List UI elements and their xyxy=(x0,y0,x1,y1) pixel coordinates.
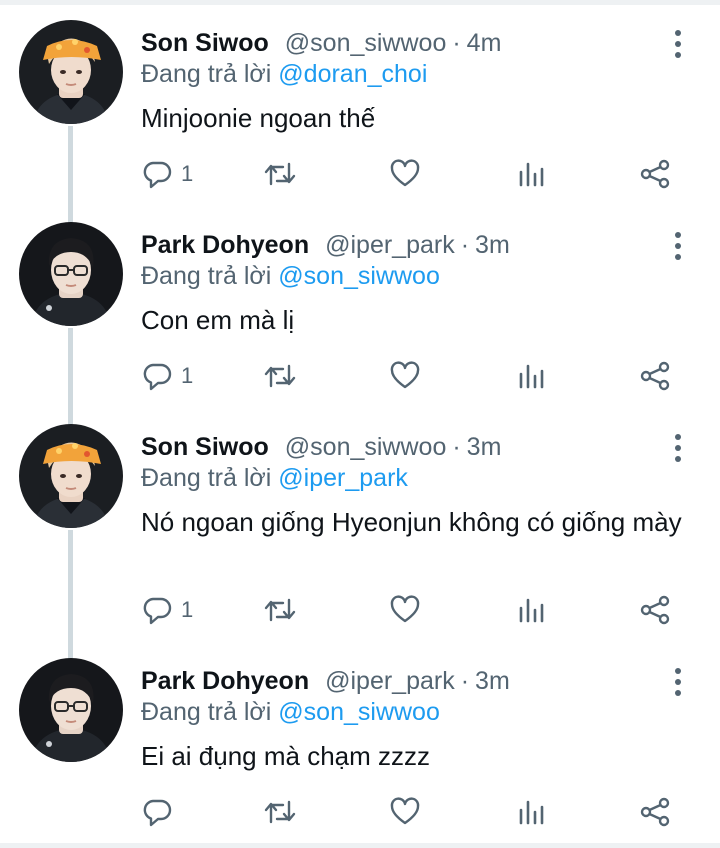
display-name[interactable]: Park Dohyeon xyxy=(141,231,309,260)
like-button[interactable] xyxy=(389,592,421,628)
reply-icon xyxy=(143,597,172,625)
reply-context: Đang trả lời @son_siwwoo xyxy=(141,698,440,727)
stats-button[interactable] xyxy=(515,156,547,192)
user-handle[interactable]: @son_siwwoo xyxy=(285,433,447,462)
reply-context: Đang trả lời @son_siwwoo xyxy=(141,262,440,291)
retweet-icon xyxy=(264,598,296,622)
user-handle[interactable]: @iper_park xyxy=(325,667,455,696)
more-icon[interactable] xyxy=(668,230,688,262)
reply-count: 1 xyxy=(181,161,194,186)
share-button[interactable] xyxy=(639,156,671,192)
thread-line xyxy=(68,126,73,224)
heart-icon xyxy=(390,797,420,825)
reply-icon xyxy=(143,799,172,827)
reply-mention-link[interactable]: @son_siwwoo xyxy=(278,698,440,726)
separator: · xyxy=(452,28,461,57)
heart-icon xyxy=(390,595,420,623)
stats-button[interactable] xyxy=(515,592,547,628)
user-handle[interactable]: @iper_park xyxy=(325,231,455,260)
tweet-header: Park Dohyeon @iper_park · 3m xyxy=(141,664,510,698)
reply-count: 1 xyxy=(181,363,194,388)
retweet-button[interactable] xyxy=(263,358,297,394)
separator: · xyxy=(452,432,461,461)
share-icon xyxy=(640,797,670,827)
separator: · xyxy=(460,666,470,695)
share-button[interactable] xyxy=(639,358,671,394)
retweet-icon xyxy=(264,800,296,824)
tweet-text: Nó ngoan giống Hyeonjun không có giống m… xyxy=(141,507,682,537)
tweet-text: Con em mà lị xyxy=(141,305,295,335)
tweet-header: Son Siwoo @son_siwwoo · 4m xyxy=(141,26,501,60)
share-button[interactable] xyxy=(639,794,671,830)
tweet-text: Ei ai đụng mà chạm zzzz xyxy=(141,741,431,771)
thread-line xyxy=(68,328,73,426)
avatar[interactable] xyxy=(19,20,123,124)
more-icon[interactable] xyxy=(668,666,688,698)
bottom-divider xyxy=(0,843,720,848)
reply-mention-link[interactable]: @iper_park xyxy=(278,464,408,492)
reply-count: 1 xyxy=(181,597,194,622)
action-bar xyxy=(141,794,701,830)
share-icon xyxy=(640,159,670,189)
share-button[interactable] xyxy=(639,592,671,628)
retweet-button[interactable] xyxy=(263,156,297,192)
retweet-icon xyxy=(264,364,296,388)
avatar[interactable] xyxy=(19,424,123,528)
reply-mention-link[interactable]: @son_siwwoo xyxy=(278,262,440,290)
reply-context: Đang trả lời @iper_park xyxy=(141,464,408,493)
timestamp[interactable]: 4m xyxy=(467,29,502,58)
like-button[interactable] xyxy=(389,156,421,192)
tweet-header: Son Siwoo @son_siwwoo · 3m xyxy=(141,430,501,464)
display-name[interactable]: Son Siwoo xyxy=(141,433,269,462)
action-bar: 1 xyxy=(141,156,701,192)
reply-button[interactable] xyxy=(141,794,181,830)
tweet-text: Minjoonie ngoan thế xyxy=(141,103,376,133)
action-bar: 1 xyxy=(141,358,701,394)
heart-icon xyxy=(390,361,420,389)
share-icon xyxy=(640,595,670,625)
reply-button[interactable]: 1 xyxy=(141,592,193,628)
retweet-icon xyxy=(264,162,296,186)
retweet-button[interactable] xyxy=(263,794,297,830)
more-icon[interactable] xyxy=(668,28,688,60)
reply-icon xyxy=(143,161,172,189)
display-name[interactable]: Son Siwoo xyxy=(141,29,269,58)
tweet-header: Park Dohyeon @iper_park · 3m xyxy=(141,228,510,262)
display-name[interactable]: Park Dohyeon xyxy=(141,667,309,696)
timestamp[interactable]: 3m xyxy=(475,667,510,696)
stats-icon xyxy=(519,162,544,187)
avatar[interactable] xyxy=(19,658,123,762)
avatar[interactable] xyxy=(19,222,123,326)
reply-icon xyxy=(143,363,172,391)
reply-button[interactable]: 1 xyxy=(141,156,193,192)
share-icon xyxy=(640,361,670,391)
action-bar: 1 xyxy=(141,592,701,628)
retweet-button[interactable] xyxy=(263,592,297,628)
stats-icon xyxy=(519,364,544,389)
more-icon[interactable] xyxy=(668,432,688,464)
timestamp[interactable]: 3m xyxy=(467,433,502,462)
stats-icon xyxy=(519,598,544,623)
reply-button[interactable]: 1 xyxy=(141,358,193,394)
stats-button[interactable] xyxy=(515,794,547,830)
top-divider xyxy=(0,0,720,5)
reply-prefix: Đang trả lời xyxy=(141,698,272,726)
stats-icon xyxy=(519,800,544,825)
separator: · xyxy=(460,230,470,259)
stats-button[interactable] xyxy=(515,358,547,394)
heart-icon xyxy=(390,159,420,187)
reply-prefix: Đang trả lời xyxy=(141,60,272,88)
reply-prefix: Đang trả lời xyxy=(141,464,272,492)
thread-line xyxy=(68,530,73,660)
like-button[interactable] xyxy=(389,794,421,830)
reply-context: Đang trả lời @doran_choi xyxy=(141,60,427,89)
user-handle[interactable]: @son_siwwoo xyxy=(285,29,447,58)
reply-prefix: Đang trả lời xyxy=(141,262,272,290)
reply-mention-link[interactable]: @doran_choi xyxy=(278,60,427,88)
timestamp[interactable]: 3m xyxy=(475,231,510,260)
like-button[interactable] xyxy=(389,358,421,394)
